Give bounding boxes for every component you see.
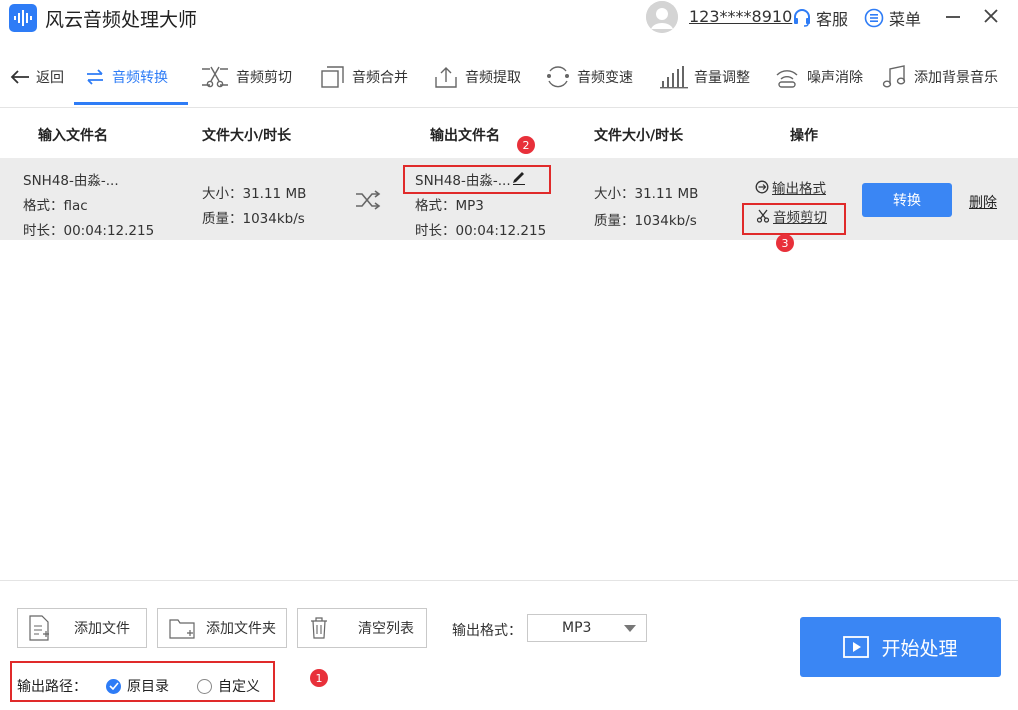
annotation-marker-1: 1	[310, 669, 328, 687]
input-file-format: 格式：flac	[23, 198, 88, 214]
chevron-down-icon	[624, 625, 636, 632]
output-format-label: 输出格式	[772, 181, 826, 197]
add-file-icon	[29, 615, 49, 641]
output-format-value: MP3	[562, 620, 592, 636]
add-file-button[interactable]: 添加文件	[17, 608, 147, 648]
output-file-format: 格式：MP3	[415, 198, 484, 214]
title-bar: 风云音频处理大师 123****8910 客服 菜单	[0, 0, 1018, 36]
tab-noise-remove[interactable]: 噪声消除	[773, 48, 863, 106]
tab-add-bgm[interactable]: 添加背景音乐	[882, 48, 998, 106]
tab-label: 音频合并	[352, 70, 408, 86]
back-button[interactable]: 返回	[10, 48, 64, 106]
output-format-select[interactable]: MP3	[527, 614, 647, 642]
output-format-field-label: 输出格式：	[452, 623, 522, 639]
speed-icon	[547, 66, 569, 88]
annotation-box-output-name	[403, 165, 551, 194]
arrow-left-icon	[10, 70, 29, 84]
audio-cut-icon	[202, 66, 228, 88]
tab-label: 音频提取	[465, 70, 521, 86]
add-folder-button[interactable]: 添加文件夹	[157, 608, 287, 648]
service-label: 客服	[816, 10, 849, 29]
close-icon	[984, 9, 998, 23]
tab-label: 音频剪切	[236, 70, 292, 86]
tab-label: 音频转换	[112, 70, 168, 86]
avatar[interactable]	[646, 1, 678, 33]
convert-arrows-icon	[87, 69, 103, 85]
annotation-marker-3: 3	[776, 234, 794, 252]
menu-label: 菜单	[889, 10, 922, 29]
tab-audio-cut[interactable]: 音频剪切	[200, 48, 292, 106]
header-input-name: 输入文件名	[38, 128, 108, 144]
extract-icon	[435, 67, 457, 88]
tab-audio-speed[interactable]: 音频变速	[545, 48, 633, 106]
customer-service-button[interactable]: 客服	[792, 6, 848, 30]
annotation-marker-2: 2	[517, 136, 535, 154]
bottom-divider	[0, 580, 1018, 581]
tab-label: 噪声消除	[807, 70, 863, 86]
tab-audio-extract[interactable]: 音频提取	[433, 48, 521, 106]
back-label: 返回	[36, 70, 64, 86]
tab-volume-adjust[interactable]: 音量调整	[660, 48, 750, 106]
headset-icon	[794, 9, 810, 27]
tab-label: 添加背景音乐	[914, 70, 998, 86]
user-account-link[interactable]: 123****8910	[689, 7, 792, 26]
music-note-icon	[882, 65, 906, 88]
volume-bars-icon	[660, 66, 688, 89]
output-file-quality: 质量：1034kb/s	[594, 213, 697, 229]
convert-button[interactable]: 转换	[862, 183, 952, 217]
merge-icon	[321, 66, 344, 88]
add-folder-icon	[169, 619, 195, 639]
input-file-quality: 质量：1034kb/s	[202, 211, 305, 227]
start-process-label: 开始处理	[881, 637, 958, 660]
delete-link[interactable]: 删除	[969, 192, 997, 212]
tab-label: 音量调整	[694, 70, 750, 86]
header-output-size: 文件大小/时长	[594, 128, 684, 144]
function-toolbar: 返回 音频转换 音频剪切 音频合并 音频提取 音频变速 音量调整 噪声消除 添加…	[0, 48, 1018, 106]
add-file-label: 添加文件	[74, 621, 130, 637]
output-file-size: 大小：31.11 MB	[594, 186, 699, 202]
input-file-duration: 时长：00:04:12.215	[23, 223, 155, 239]
clear-list-button[interactable]: 清空列表	[297, 608, 427, 648]
header-input-size: 文件大小/时长	[202, 128, 292, 144]
menu-button[interactable]: 菜单	[864, 6, 921, 30]
shuffle-icon	[356, 190, 381, 210]
output-file-duration: 时长：00:04:12.215	[415, 223, 547, 239]
annotation-box-output-path	[10, 661, 275, 702]
output-format-link[interactable]: 输出格式	[755, 177, 826, 197]
tab-audio-merge[interactable]: 音频合并	[320, 48, 408, 106]
noise-wave-icon	[776, 70, 798, 88]
tab-audio-convert[interactable]: 音频转换	[84, 48, 168, 106]
close-button[interactable]	[983, 7, 999, 25]
app-logo-icon	[9, 4, 37, 32]
input-file-name: SNH48-由淼-...	[23, 173, 119, 189]
format-dial-icon	[755, 180, 769, 194]
menu-list-icon	[864, 8, 884, 28]
minimize-button[interactable]	[946, 16, 960, 18]
add-folder-label: 添加文件夹	[206, 621, 276, 637]
play-icon	[843, 636, 870, 658]
start-process-button[interactable]: 开始处理	[800, 617, 1001, 677]
header-operations: 操作	[790, 128, 818, 144]
trash-icon	[311, 617, 327, 639]
tab-label: 音频变速	[577, 70, 633, 86]
app-title: 风云音频处理大师	[45, 9, 198, 31]
toolbar-divider	[0, 107, 1018, 108]
clear-list-label: 清空列表	[358, 621, 414, 637]
input-file-size: 大小：31.11 MB	[202, 186, 307, 202]
annotation-box-audio-cut	[742, 203, 846, 235]
active-tab-indicator	[74, 102, 188, 105]
header-output-name: 输出文件名	[430, 128, 500, 144]
